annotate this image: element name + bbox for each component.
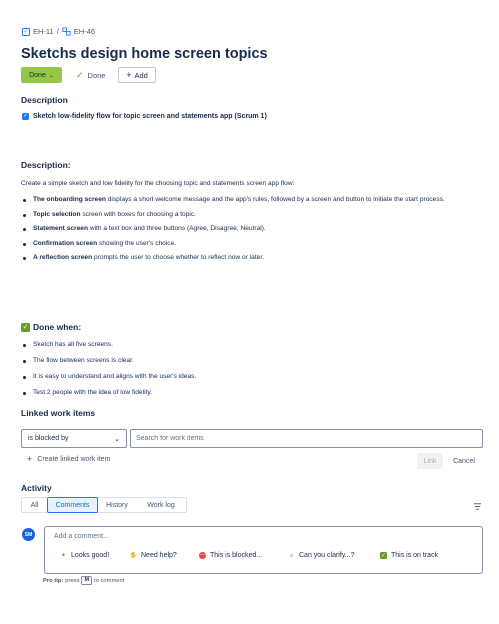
comment-input[interactable]: Add a comment...: [54, 533, 109, 540]
no-entry-icon: —: [199, 552, 206, 559]
list-item: The flow between screens is clear.: [21, 357, 481, 366]
waving-hand-icon: ✋: [129, 552, 138, 559]
sort-icon[interactable]: [473, 502, 482, 511]
requirements-list: The onboarding screen displays a short w…: [21, 196, 481, 269]
status-label: Done: [29, 71, 46, 79]
chevron-down-icon: ⌄: [48, 72, 54, 79]
list-item: Confirmation screen showing the user's c…: [21, 240, 481, 249]
green-check-icon: ✓: [380, 552, 387, 559]
activity-tabs: All Comments History Work log: [21, 497, 187, 513]
breadcrumb-current[interactable]: EH-46: [74, 27, 95, 36]
check-icon: ✓: [76, 70, 84, 80]
chevron-down-icon: ⌄: [114, 435, 120, 443]
quick-reply-on-track[interactable]: ✓ This is on track: [380, 552, 438, 559]
magnifier-icon: ⌕: [289, 552, 294, 559]
list-item: It is easy to understand and aligns with…: [21, 373, 481, 382]
checkbox-checked-icon[interactable]: ✓: [22, 113, 29, 120]
plus-icon: +: [126, 69, 132, 80]
body-intro: Create a simple sketch and low fidelity …: [21, 180, 295, 187]
done-when-list: Sketch has all five screens. The flow be…: [21, 341, 481, 405]
body-heading: Description:: [21, 160, 71, 170]
plus-icon: +: [27, 454, 33, 464]
page-title[interactable]: Sketchs design home screen topics: [21, 46, 268, 62]
tab-all[interactable]: All: [22, 498, 47, 512]
quick-reply-clarify[interactable]: ⌕ Can you clarify...?: [288, 552, 355, 559]
breadcrumb-separator: /: [56, 27, 59, 36]
keyboard-key: M: [81, 576, 93, 585]
search-work-items-input[interactable]: [130, 429, 483, 448]
avatar: SM: [22, 528, 35, 541]
task-label: Sketch low-fidelity flow for topic scree…: [33, 113, 267, 120]
relation-select[interactable]: is blocked by ⌄: [21, 429, 127, 448]
cancel-button[interactable]: Cancel: [449, 453, 479, 469]
list-item: Topic selection screen with boxes for ch…: [21, 211, 481, 220]
relation-value: is blocked by: [28, 435, 69, 442]
breadcrumb-parent[interactable]: EH-11: [33, 27, 54, 36]
add-button[interactable]: + Add: [118, 67, 156, 83]
linked-heading: Linked work items: [21, 408, 96, 418]
task-check-icon: ✓: [22, 27, 30, 36]
breadcrumb: ✓ EH-11 / EH-46: [22, 27, 95, 36]
tab-comments[interactable]: Comments: [47, 497, 98, 513]
status-dropdown-button[interactable]: Done ⌄: [21, 67, 62, 83]
subtask-icon: [62, 27, 71, 36]
task-item[interactable]: ✓ Sketch low-fidelity flow for topic scr…: [22, 113, 267, 120]
add-label: Add: [134, 70, 148, 80]
list-item: A reflection screen prompts the user to …: [21, 254, 481, 263]
resolution-label: Done: [87, 71, 106, 80]
create-linked-item-button[interactable]: + Create linked work item: [27, 455, 110, 464]
party-popper-icon: ✦: [60, 552, 67, 559]
protip: Pro tip: press M to comment: [43, 576, 125, 585]
link-button[interactable]: Link: [417, 453, 443, 469]
tab-work-log[interactable]: Work log: [136, 498, 186, 512]
resolution-indicator: ✓ Done: [76, 70, 105, 81]
list-item: Test 2 people with the idea of low fidel…: [21, 389, 481, 398]
list-item: The onboarding screen displays a short w…: [21, 196, 481, 205]
quick-reply-looks-good[interactable]: ✦ Looks good!: [60, 552, 109, 559]
list-item: Sketch has all five screens.: [21, 341, 481, 350]
done-when-heading: ✓ Done when:: [21, 322, 82, 332]
activity-heading: Activity: [21, 483, 52, 493]
list-item: Statement screen with a text box and thr…: [21, 225, 481, 234]
green-check-icon: ✓: [21, 322, 30, 332]
description-heading: Description: [21, 95, 68, 105]
tab-history[interactable]: History: [98, 498, 136, 512]
quick-reply-need-help[interactable]: ✋ Need help?: [130, 552, 177, 559]
quick-reply-blocked[interactable]: — This is blocked...: [199, 552, 262, 559]
comment-box[interactable]: [44, 526, 483, 574]
